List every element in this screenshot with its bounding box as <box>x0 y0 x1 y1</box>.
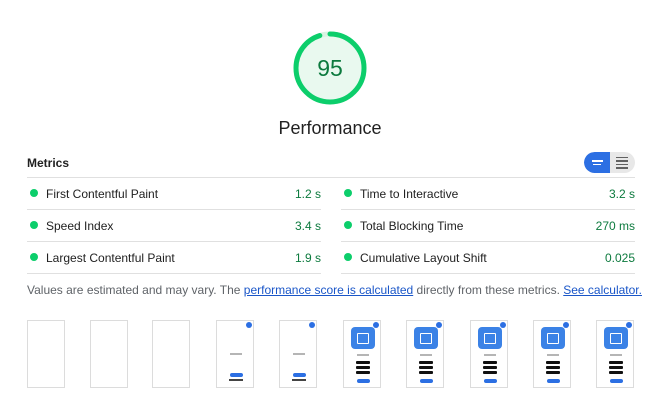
frame-badge-icon <box>563 322 569 328</box>
app-store-icon <box>541 327 565 349</box>
store-badge <box>356 366 370 369</box>
frame-button <box>230 373 243 377</box>
pass-dot-icon <box>344 221 352 229</box>
metric-value: 1.2 s <box>294 187 321 201</box>
store-badge <box>609 366 623 369</box>
text-view-icon[interactable] <box>609 152 635 173</box>
list-view-icon[interactable] <box>584 152 610 173</box>
app-store-icon <box>604 327 628 349</box>
metric-value: 3.2 s <box>608 187 635 201</box>
store-badge <box>546 371 560 374</box>
metric-cumulative-layout-shift: Cumulative Layout Shift 0.025 <box>341 242 635 274</box>
frame-badge-icon <box>436 322 442 328</box>
metrics-column-left: First Contentful Paint 1.2 s Speed Index… <box>27 178 321 274</box>
frame-text <box>420 354 432 356</box>
metric-total-blocking-time: Total Blocking Time 270 ms <box>341 210 635 242</box>
frame-button <box>420 379 433 383</box>
frame-badge-icon <box>373 322 379 328</box>
store-badge <box>483 366 497 369</box>
store-badge <box>483 371 497 374</box>
store-badge <box>356 361 370 364</box>
filmstrip-frame <box>216 320 254 388</box>
store-badge <box>483 361 497 364</box>
metrics-column-right: Time to Interactive 3.2 s Total Blocking… <box>341 178 635 274</box>
store-badge <box>546 366 560 369</box>
metric-label: First Contentful Paint <box>46 187 159 201</box>
see-calculator-link[interactable]: See calculator. <box>563 283 642 297</box>
pass-dot-icon <box>344 189 352 197</box>
note-text: Values are estimated and may vary. The <box>27 283 244 297</box>
pass-dot-icon <box>30 253 38 261</box>
frame-button <box>610 379 623 383</box>
filmstrip-frame <box>279 320 317 388</box>
filmstrip-frame <box>596 320 634 388</box>
filmstrip-frame <box>470 320 508 388</box>
frame-button <box>293 373 306 377</box>
metric-label: Time to Interactive <box>360 187 459 201</box>
metric-first-contentful-paint: First Contentful Paint 1.2 s <box>27 178 321 210</box>
frame-text <box>610 354 622 356</box>
metric-largest-contentful-paint: Largest Contentful Paint 1.9 s <box>27 242 321 274</box>
filmstrip-frame <box>152 320 190 388</box>
store-badge <box>546 361 560 364</box>
metric-time-to-interactive: Time to Interactive 3.2 s <box>341 178 635 210</box>
metrics-header: Metrics <box>27 152 635 178</box>
store-badge <box>609 371 623 374</box>
frame-button <box>357 379 370 383</box>
metric-value: 270 ms <box>595 219 635 233</box>
pass-dot-icon <box>30 189 38 197</box>
frame-text <box>357 354 369 356</box>
store-badge <box>356 371 370 374</box>
filmstrip-frame <box>406 320 444 388</box>
store-badge <box>419 366 433 369</box>
store-badge <box>609 361 623 364</box>
store-badge <box>419 371 433 374</box>
app-store-icon <box>478 327 502 349</box>
pass-dot-icon <box>30 221 38 229</box>
frame-button <box>484 379 497 383</box>
metric-value: 0.025 <box>604 251 635 265</box>
metric-value: 1.9 s <box>294 251 321 265</box>
frame-text <box>229 379 243 381</box>
metric-label: Total Blocking Time <box>360 219 464 233</box>
metric-speed-index: Speed Index 3.4 s <box>27 210 321 242</box>
metrics-view-toggle[interactable] <box>584 152 635 173</box>
filmstrip-frame <box>533 320 571 388</box>
frame-badge-icon <box>246 322 252 328</box>
score-calculated-link[interactable]: performance score is calculated <box>244 283 413 297</box>
frame-text <box>292 379 306 381</box>
store-badge <box>419 361 433 364</box>
metric-label: Cumulative Layout Shift <box>360 251 487 265</box>
metric-value: 3.4 s <box>294 219 321 233</box>
frame-text <box>293 353 305 355</box>
app-store-icon <box>414 327 438 349</box>
pass-dot-icon <box>344 253 352 261</box>
metric-label: Speed Index <box>46 219 114 233</box>
score-value: 95 <box>317 54 343 81</box>
metric-label: Largest Contentful Paint <box>46 251 175 265</box>
filmstrip-frame <box>27 320 65 388</box>
filmstrip-frame <box>90 320 128 388</box>
frame-text <box>230 353 242 355</box>
frame-button <box>547 379 560 383</box>
frame-badge-icon <box>626 322 632 328</box>
filmstrip-frame <box>343 320 381 388</box>
frame-text <box>547 354 559 356</box>
metrics-title: Metrics <box>27 156 70 170</box>
frame-text <box>484 354 496 356</box>
filmstrip <box>27 320 637 390</box>
frame-badge-icon <box>309 322 315 328</box>
app-store-icon <box>351 327 375 349</box>
estimate-note: Values are estimated and may vary. The p… <box>27 283 642 297</box>
score-title: Performance <box>278 118 382 138</box>
note-text: directly from these metrics. <box>413 283 564 297</box>
frame-badge-icon <box>500 322 506 328</box>
